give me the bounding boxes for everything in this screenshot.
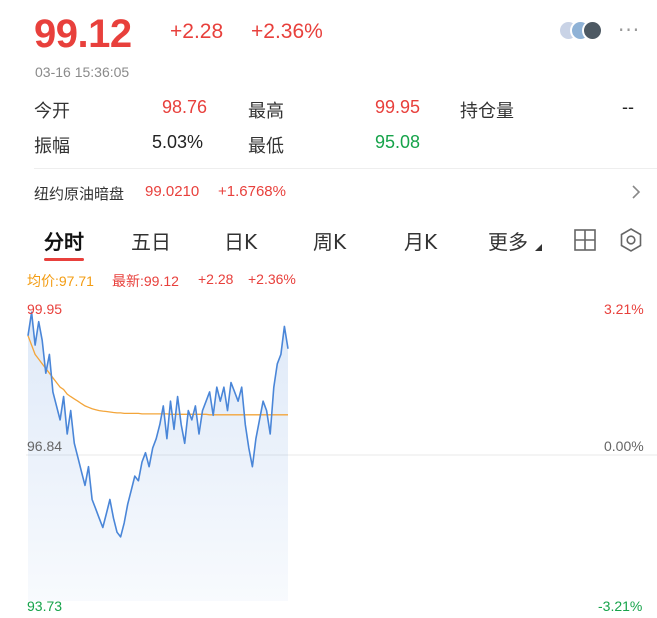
- price-change-percent: +2.36%: [251, 20, 323, 43]
- tab-five-day[interactable]: 五日: [131, 226, 171, 255]
- axis-left-reference: 96.84: [27, 438, 63, 454]
- divider: [34, 168, 657, 169]
- axis-right-max: 3.21%: [604, 301, 644, 317]
- amplitude-value: 5.03%: [152, 132, 204, 152]
- open-value: 98.76: [162, 97, 208, 117]
- chevron-right-icon[interactable]: [628, 180, 644, 204]
- legend-latest-price: 最新:99.12: [112, 273, 179, 289]
- avatar: [582, 20, 603, 41]
- axis-left-max: 99.95: [27, 301, 63, 317]
- open-interest-value: --: [622, 97, 634, 117]
- price-change: +2.28: [170, 20, 224, 43]
- tab-more[interactable]: 更多: [488, 226, 528, 255]
- axis-right-min: -3.21%: [598, 598, 643, 614]
- legend-change: +2.28: [198, 271, 234, 287]
- more-dots-icon[interactable]: ···: [618, 18, 640, 42]
- axis-right-reference: 0.00%: [604, 438, 644, 454]
- tab-monthly-k[interactable]: 月K: [404, 226, 437, 255]
- current-price: 99.12: [34, 12, 132, 56]
- crude-label: 纽约原油暗盘: [34, 185, 125, 203]
- crude-price: 99.0210: [145, 183, 200, 200]
- quote-timestamp: 03-16 15:36:05: [35, 64, 130, 80]
- price-area: [28, 312, 288, 601]
- low-label: 最低: [248, 136, 284, 157]
- tab-active-indicator: [44, 258, 84, 261]
- average-price-line: [27, 335, 288, 416]
- dropdown-triangle-icon: [535, 244, 542, 251]
- amplitude-label: 振幅: [34, 136, 70, 157]
- tab-intraday[interactable]: 分时: [44, 226, 84, 255]
- high-value: 99.95: [375, 97, 421, 117]
- intraday-chart[interactable]: [0, 296, 657, 618]
- legend-average-price: 均价:97.71: [27, 273, 94, 289]
- crude-change-percent: +1.6768%: [218, 183, 286, 200]
- tab-weekly-k[interactable]: 周K: [313, 226, 346, 255]
- user-avatars[interactable]: [558, 20, 614, 42]
- grid-icon[interactable]: [572, 227, 598, 253]
- axis-left-min: 93.73: [27, 598, 63, 614]
- legend-change-percent: +2.36%: [248, 271, 296, 287]
- open-interest-label: 持仓量: [460, 101, 514, 122]
- tab-daily-k[interactable]: 日K: [224, 226, 257, 255]
- open-label: 今开: [34, 101, 70, 122]
- settings-icon[interactable]: [618, 227, 644, 253]
- low-value: 95.08: [375, 132, 421, 152]
- high-label: 最高: [248, 101, 284, 122]
